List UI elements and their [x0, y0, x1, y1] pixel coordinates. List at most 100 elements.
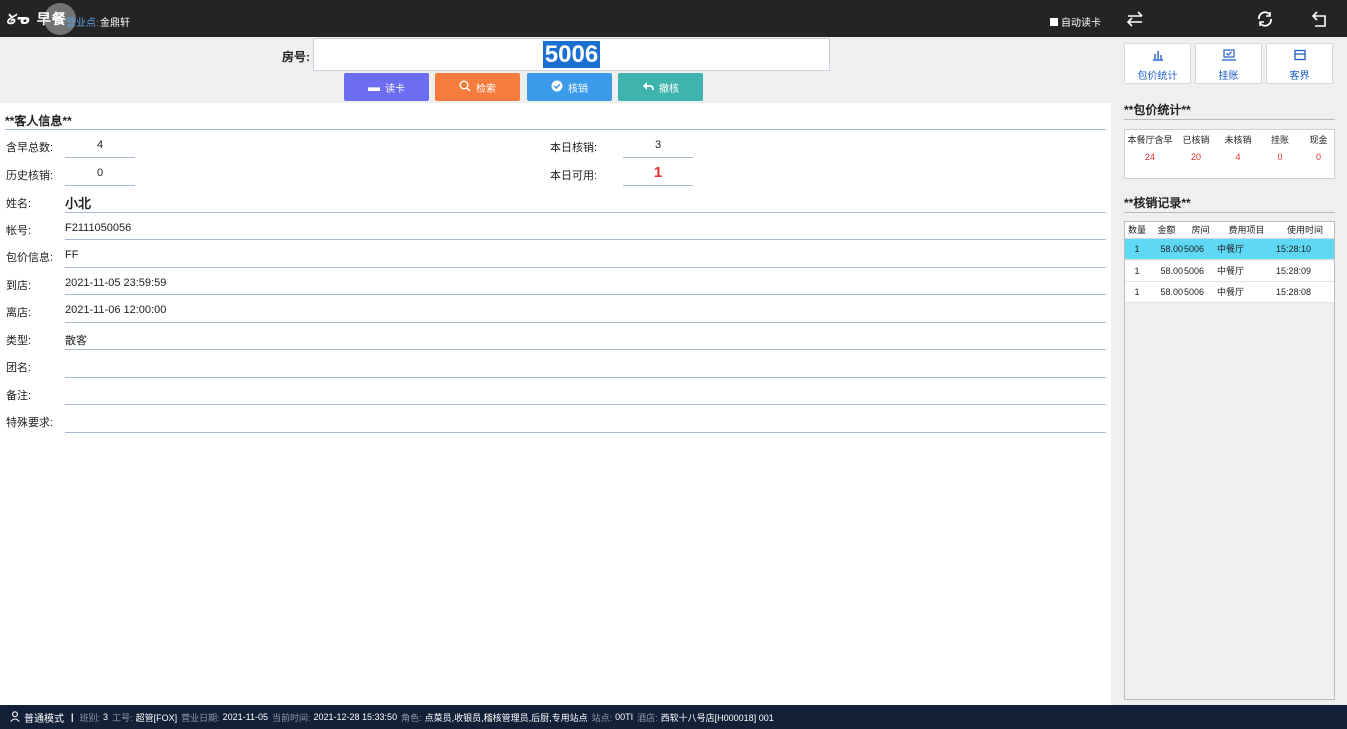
shift-label: 班别: — [79, 712, 101, 723]
total-breakfast-label: 含早总数: — [6, 142, 54, 154]
auto-read-label: 自动读卡 — [1061, 18, 1101, 29]
verify-label: 核销 — [568, 83, 588, 95]
record-amount: 58.00 — [1160, 266, 1183, 276]
stats-value-cell: 0 — [1315, 152, 1321, 162]
departure-underline — [65, 322, 1106, 323]
guest-world-button[interactable]: 客界 — [1266, 43, 1333, 84]
record-row[interactable]: 1 58.00 5006 中餐厅 15:28:08 — [1125, 282, 1334, 303]
type-label: 类型: — [6, 335, 32, 347]
shift-value: 3 — [103, 712, 109, 722]
record-qty: 1 — [1134, 287, 1140, 297]
stats-header-cell: 已核销 — [1182, 135, 1210, 145]
stats-value-cell: 20 — [1190, 152, 1201, 162]
mode-divider: | — [71, 712, 74, 722]
user-icon — [10, 710, 20, 724]
record-item: 中餐厅 — [1217, 244, 1245, 254]
account-value: F2111050056 — [65, 222, 132, 234]
today-verified-label: 本日核销: — [550, 142, 598, 154]
record-room: 5006 — [1184, 244, 1205, 254]
package-label: 包价信息: — [6, 252, 54, 264]
undo-arrow-icon — [642, 80, 654, 95]
record-amount: 58.00 — [1160, 244, 1183, 254]
record-room: 5006 — [1184, 266, 1205, 276]
search-icon — [459, 80, 471, 95]
laptop-check-icon — [1196, 49, 1261, 64]
main-panel: 房号: 5006 ▬ 读卡 检索 核销 撤核 **客人信息** 含早总数: 4 … — [0, 37, 1111, 705]
back-icon[interactable] — [1311, 10, 1329, 28]
hotel-value: 西软十八号店[H000018] 001 — [660, 712, 774, 723]
group-underline — [65, 377, 1106, 378]
today-available-value: 1 — [653, 164, 663, 181]
verify-button[interactable]: 核销 — [527, 73, 612, 101]
refresh-icon[interactable] — [1256, 10, 1274, 28]
search-label: 检索 — [476, 83, 496, 95]
status-bar: 普通模式 | 班别: 3 工号: 超管[FOX] 营业日期: 2021-11-0… — [0, 705, 1347, 729]
top-bar: ᘜᓀ 早餐 营业点: 金鼎轩 自动读卡 — [0, 0, 1347, 37]
return-arrow-icon — [1311, 11, 1326, 27]
remark-underline — [65, 404, 1106, 405]
auto-read-checkbox[interactable] — [1050, 17, 1058, 26]
package-underline — [65, 267, 1106, 268]
current-time-value: 2021-12-28 15:33:50 — [313, 712, 398, 722]
auto-read-toggle[interactable]: 自动读卡 — [1050, 14, 1101, 29]
room-number-input[interactable]: 5006 — [313, 38, 830, 71]
guest-title-divider — [5, 129, 1106, 130]
outlet-label: 营业点: — [66, 18, 99, 29]
station-label: 站点: — [591, 712, 613, 723]
read-card-button[interactable]: ▬ 读卡 — [344, 73, 429, 101]
app-title: 早餐 — [36, 12, 67, 28]
right-panel: 包价统计 挂账 客界 **包价统计** 本餐厅含早 已核销 未核销 挂账 现金 … — [1111, 37, 1347, 705]
type-underline — [65, 349, 1106, 350]
business-date-label: 营业日期: — [181, 712, 220, 723]
today-available-label: 本日可用: — [550, 170, 598, 182]
history-verified-value: 0 — [96, 167, 104, 179]
guest-info-title: **客人信息** — [5, 114, 72, 128]
record-row[interactable]: 1 58.00 5006 中餐厅 15:28:09 — [1125, 261, 1334, 282]
records-header-cell: 房间 — [1191, 225, 1210, 235]
read-card-label: 读卡 — [385, 83, 405, 95]
charge-label: 挂账 — [1218, 71, 1239, 82]
window-icon — [1267, 49, 1332, 64]
name-underline — [65, 212, 1106, 213]
stats-header-cell: 本餐厅含早 — [1127, 135, 1173, 145]
total-breakfast-value: 4 — [96, 139, 104, 151]
name-value: 小北 — [65, 196, 92, 211]
record-time: 15:28:08 — [1276, 287, 1312, 297]
stats-header-cell: 未核销 — [1224, 135, 1252, 145]
records-header-cell: 数量 — [1127, 225, 1146, 235]
record-row[interactable]: 1 58.00 5006 中餐厅 15:28:10 — [1125, 239, 1334, 260]
charge-button[interactable]: 挂账 — [1195, 43, 1262, 84]
stats-value-cell: 4 — [1235, 152, 1241, 162]
business-date-value: 2021-11-05 — [222, 712, 268, 722]
room-label: 房号: — [282, 50, 310, 64]
record-amount: 58.00 — [1160, 287, 1183, 297]
name-label: 姓名: — [6, 198, 32, 210]
switch-icon[interactable] — [1126, 10, 1144, 28]
arrival-value: 2021-11-05 23:59:59 — [65, 277, 167, 289]
total-breakfast-underline — [65, 157, 135, 158]
records-title: **核销记录** — [1124, 196, 1191, 210]
search-button[interactable]: 检索 — [435, 73, 520, 101]
revoke-label: 撤核 — [659, 83, 679, 95]
record-qty: 1 — [1134, 244, 1140, 254]
record-room: 5006 — [1184, 287, 1205, 297]
check-circle-icon — [551, 80, 563, 95]
record-time: 15:28:10 — [1276, 244, 1312, 254]
staff-label: 工号: — [112, 712, 133, 723]
revoke-button[interactable]: 撤核 — [618, 73, 703, 101]
refresh-arrows-icon — [1258, 11, 1272, 27]
stats-value-row: 24 20 4 0 0 — [1125, 152, 1336, 166]
stats-value-cell: 0 — [1277, 152, 1283, 162]
group-label: 团名: — [6, 362, 32, 374]
stats-header-cell: 挂账 — [1270, 135, 1289, 145]
package-stats-table: 本餐厅含早 已核销 未核销 挂账 现金 24 20 4 0 0 — [1124, 129, 1335, 179]
current-time-label: 当前时间: — [271, 712, 311, 723]
mode-label: 普通模式 — [24, 713, 64, 725]
search-band: 房号: 5006 ▬ 读卡 检索 核销 撤核 — [0, 37, 1111, 103]
stats-header-row: 本餐厅含早 已核销 未核销 挂账 现金 — [1125, 133, 1336, 147]
type-value: 散客 — [65, 335, 87, 347]
stats-value-cell: 24 — [1144, 152, 1155, 162]
records-header-row: 数量 金额 房间 费用项目 使用时间 — [1125, 222, 1334, 239]
remark-label: 备注: — [6, 390, 32, 402]
package-stats-button[interactable]: 包价统计 — [1124, 43, 1191, 84]
